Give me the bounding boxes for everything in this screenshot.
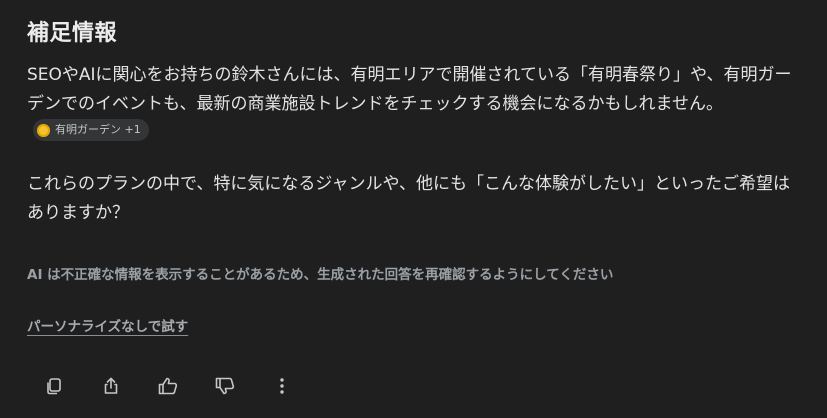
response-paragraph-1: SEOやAIに関心をお持ちの鈴木さんには、有明エリアで開催されている「有明春祭り…	[27, 61, 797, 149]
response-actions	[39, 372, 324, 400]
thumbs-up-button[interactable]	[153, 372, 183, 400]
ai-disclaimer: AI は不正確な情報を表示することがあるため、生成された回答を再確認するようにし…	[27, 267, 614, 283]
source-chip-label: 有明ガーデン +1	[55, 123, 141, 136]
copy-button[interactable]	[39, 372, 69, 400]
try-without-personalization-link[interactable]: パーソナライズなしで試す	[27, 315, 188, 335]
thumbs-up-icon	[158, 377, 178, 395]
more-vert-icon	[280, 378, 284, 394]
response-paragraph-2: これらのプランの中で、特に気になるジャンルや、他にも「こんな体験がしたい」といっ…	[27, 174, 790, 223]
share-icon	[104, 377, 118, 394]
response-panel: 補足情報 SEOやAIに関心をお持ちの鈴木さんには、有明エリアで開催されている「…	[0, 0, 827, 418]
more-options-button[interactable]	[267, 372, 297, 400]
thumbs-down-icon	[215, 377, 235, 395]
paragraph-1-text: SEOやAIに関心をお持ちの鈴木さんには、有明エリアで開催されている「有明春祭り…	[27, 65, 792, 114]
section-title: 補足情報	[27, 21, 118, 46]
site-favicon-icon	[37, 123, 50, 137]
thumbs-down-button[interactable]	[210, 372, 240, 400]
copy-icon	[47, 378, 61, 395]
source-chip[interactable]: 有明ガーデン +1	[33, 119, 149, 141]
share-button[interactable]	[96, 372, 126, 400]
